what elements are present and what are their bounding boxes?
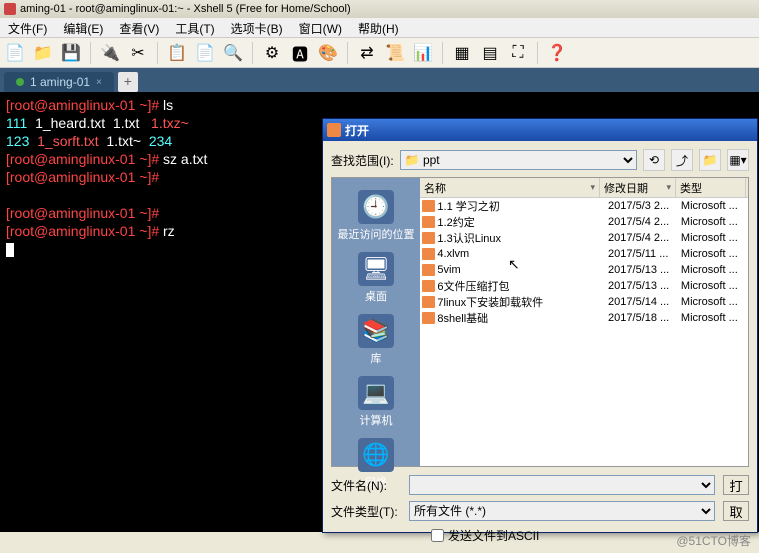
add-tab-button[interactable]: + xyxy=(118,72,138,92)
file-row[interactable]: 5vim2017/5/13 ...Microsoft ... xyxy=(420,262,748,278)
menu-edit[interactable]: 编辑(E) xyxy=(55,18,111,37)
paste-icon[interactable]: 📄 xyxy=(194,42,216,64)
file-row[interactable]: 1.3认识Linux2017/5/4 2...Microsoft ... xyxy=(420,230,748,246)
tile-icon[interactable]: ▦ xyxy=(451,42,473,64)
file-icon xyxy=(422,200,435,212)
save-icon[interactable]: 💾 xyxy=(60,42,82,64)
file-row[interactable]: 4.xlvm2017/5/11 ...Microsoft ... xyxy=(420,246,748,262)
close-tab-icon[interactable]: × xyxy=(96,77,102,88)
file-row[interactable]: 1.1 学习之初2017/5/3 2...Microsoft ... xyxy=(420,198,748,214)
place-recent[interactable]: 🕘最近访问的位置 xyxy=(332,186,420,246)
menu-view[interactable]: 查看(V) xyxy=(111,18,167,37)
lookin-label: 查找范围(I): xyxy=(331,152,394,169)
menu-tools[interactable]: 工具(T) xyxy=(167,18,222,37)
font-icon[interactable]: 🅰 xyxy=(289,42,311,64)
file-icon xyxy=(422,296,435,308)
app-icon xyxy=(4,3,16,15)
search-icon[interactable]: 🔍 xyxy=(222,42,244,64)
file-icon xyxy=(422,216,435,228)
script-icon[interactable]: 📜 xyxy=(384,42,406,64)
color-icon[interactable]: 🎨 xyxy=(317,42,339,64)
props-icon[interactable]: ⚙ xyxy=(261,42,283,64)
dialog-icon xyxy=(327,123,341,137)
menu-window[interactable]: 窗口(W) xyxy=(291,18,350,37)
file-row[interactable]: 1.2约定2017/5/4 2...Microsoft ... xyxy=(420,214,748,230)
dialog-title: 打开 xyxy=(345,122,369,139)
file-icon xyxy=(422,232,435,244)
dialog-titlebar[interactable]: 打开 xyxy=(323,119,757,141)
up-icon[interactable]: ⤴ xyxy=(671,149,693,171)
file-row[interactable]: 6文件压缩打包2017/5/13 ...Microsoft ... xyxy=(420,278,748,294)
log-icon[interactable]: 📊 xyxy=(412,42,434,64)
file-icon xyxy=(422,312,435,324)
menu-help[interactable]: 帮助(H) xyxy=(350,18,407,37)
copy-icon[interactable]: 📋 xyxy=(166,42,188,64)
filetype-label: 文件类型(T): xyxy=(331,503,401,520)
status-dot-icon xyxy=(16,78,24,86)
cascade-icon[interactable]: ▤ xyxy=(479,42,501,64)
filetype-select[interactable]: 所有文件 (*.*) xyxy=(409,501,715,521)
filename-label: 文件名(N): xyxy=(331,477,401,494)
ascii-checkbox[interactable] xyxy=(431,529,444,542)
menu-file[interactable]: 文件(F) xyxy=(0,18,55,37)
disconnect-icon[interactable]: ✂ xyxy=(127,42,149,64)
window-title: aming-01 - root@aminglinux-01:~ - Xshell… xyxy=(20,3,351,15)
connect-icon[interactable]: 🔌 xyxy=(99,42,121,64)
file-list[interactable]: 名称▾ 修改日期▾ 类型 1.1 学习之初2017/5/3 2...Micros… xyxy=(420,178,748,466)
session-tab[interactable]: 1 aming-01 × xyxy=(4,72,114,92)
cancel-button[interactable]: 取 xyxy=(723,501,749,521)
file-icon xyxy=(422,264,435,276)
file-icon xyxy=(422,248,435,260)
place-computer[interactable]: 💻计算机 xyxy=(332,372,420,432)
viewmode-icon[interactable]: ▦▾ xyxy=(727,149,749,171)
watermark: @51CTO博客 xyxy=(676,532,751,549)
file-row[interactable]: 7linux下安装卸载软件2017/5/14 ...Microsoft ... xyxy=(420,294,748,310)
newfolder-icon[interactable]: 📁 xyxy=(699,149,721,171)
place-desktop[interactable]: 🖥桌面 xyxy=(332,248,420,308)
terminal-cursor xyxy=(6,243,14,257)
open-icon[interactable]: 📁 xyxy=(32,42,54,64)
file-icon xyxy=(422,280,435,292)
tabbar: 1 aming-01 × + xyxy=(0,68,759,92)
new-icon[interactable]: 📄 xyxy=(4,42,26,64)
toolbar: 📄 📁 💾 🔌 ✂ 📋 📄 🔍 ⚙ 🅰 🎨 ⇄ 📜 📊 ▦ ▤ ⛶ ❓ xyxy=(0,38,759,68)
ascii-label: 发送文件到ASCII xyxy=(448,527,539,544)
menu-tabs[interactable]: 选项卡(B) xyxy=(223,18,291,37)
help-icon[interactable]: ❓ xyxy=(546,42,568,64)
file-row[interactable]: 8shell基础2017/5/18 ...Microsoft ... xyxy=(420,310,748,326)
back-icon[interactable]: ⟲ xyxy=(643,149,665,171)
place-libraries[interactable]: 📚库 xyxy=(332,310,420,370)
open-button[interactable]: 打 xyxy=(723,475,749,495)
filename-input[interactable] xyxy=(409,475,715,495)
lookin-select[interactable]: 📁 ppt xyxy=(400,150,637,170)
tab-label: 1 aming-01 xyxy=(30,75,90,89)
places-bar: 🕘最近访问的位置 🖥桌面 📚库 💻计算机 🌐网络 xyxy=(332,178,420,466)
app-titlebar: aming-01 - root@aminglinux-01:~ - Xshell… xyxy=(0,0,759,18)
menubar: 文件(F) 编辑(E) 查看(V) 工具(T) 选项卡(B) 窗口(W) 帮助(… xyxy=(0,18,759,38)
file-list-header[interactable]: 名称▾ 修改日期▾ 类型 xyxy=(420,178,748,198)
fullscreen-icon[interactable]: ⛶ xyxy=(507,42,529,64)
transfer-icon[interactable]: ⇄ xyxy=(356,42,378,64)
open-dialog: 打开 查找范围(I): 📁 ppt ⟲ ⤴ 📁 ▦▾ 🕘最近访问的位置 🖥桌面 … xyxy=(322,118,758,533)
